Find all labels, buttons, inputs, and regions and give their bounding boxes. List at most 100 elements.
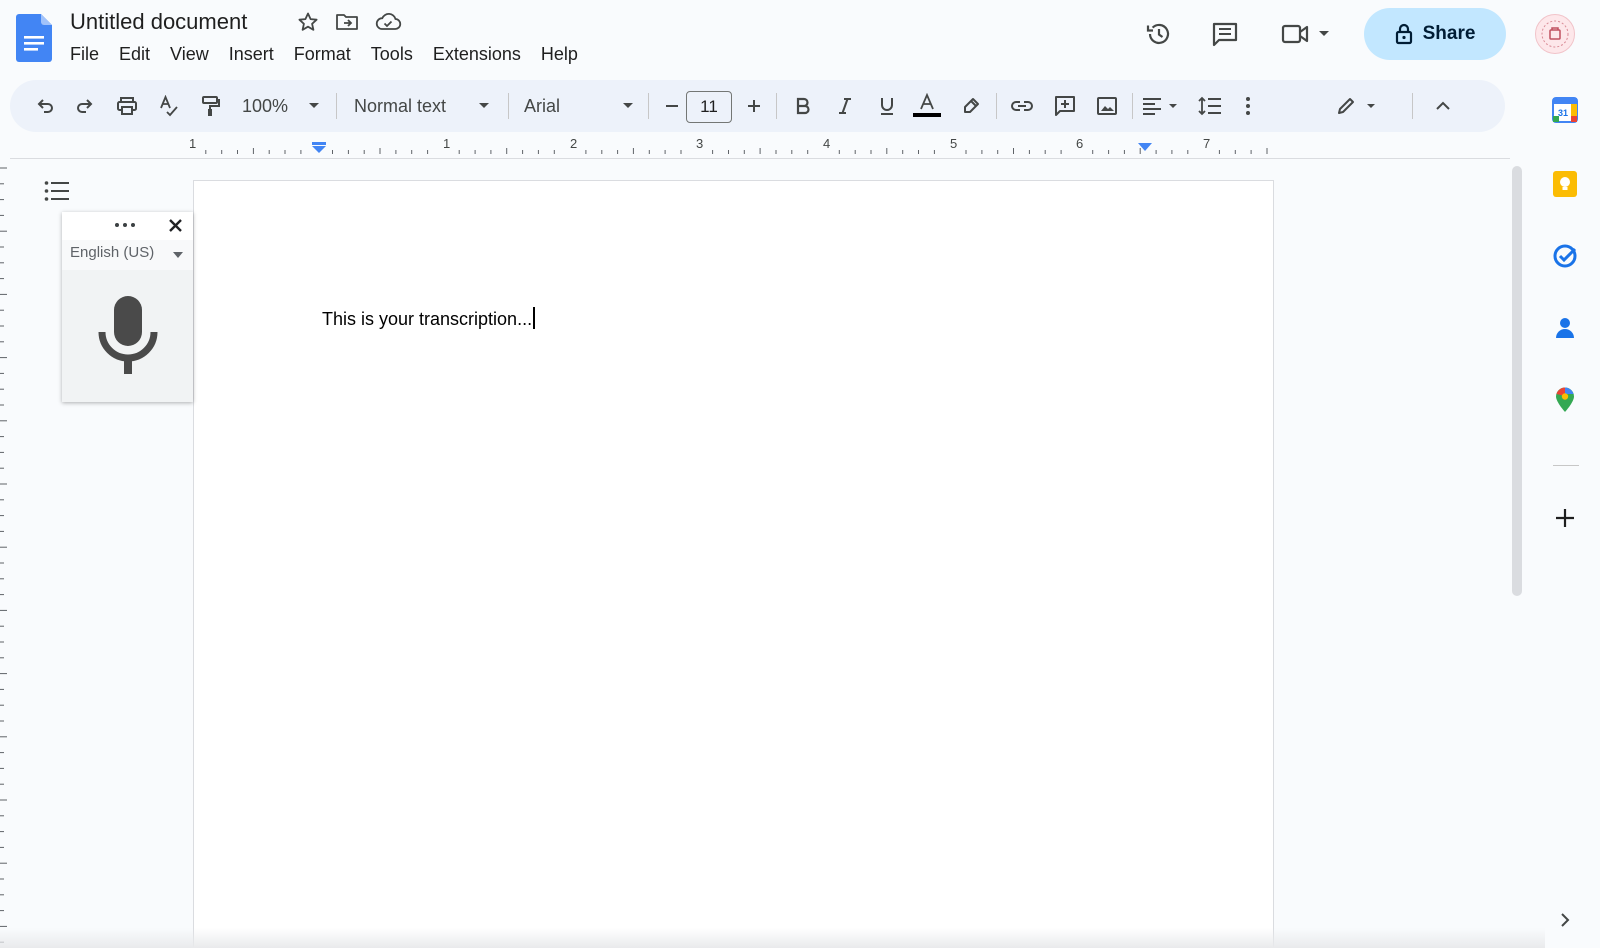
horizontal-ruler[interactable]: 1 1 2 3 4 5 6 7 xyxy=(0,136,1505,160)
lock-icon xyxy=(1395,23,1413,45)
decrease-font-size-button[interactable] xyxy=(660,80,684,132)
ruler-label: 7 xyxy=(1203,136,1211,151)
comment-icon xyxy=(1210,19,1240,49)
menu-view[interactable]: View xyxy=(160,42,219,67)
undo-button[interactable] xyxy=(30,80,60,132)
align-select[interactable] xyxy=(1138,80,1182,132)
link-icon xyxy=(1010,99,1034,113)
chevron-down-icon xyxy=(1366,103,1376,110)
tasks-icon xyxy=(1552,243,1578,269)
menu-edit[interactable]: Edit xyxy=(109,42,160,67)
get-addons-button[interactable] xyxy=(1545,498,1585,538)
tasks-app-button[interactable] xyxy=(1545,236,1585,276)
voice-typing-header[interactable] xyxy=(62,212,193,240)
highlight-color-button[interactable] xyxy=(956,80,986,132)
ruler-margin xyxy=(0,138,316,156)
underline-button[interactable] xyxy=(872,80,902,132)
chevron-down-icon xyxy=(1168,103,1178,110)
font-family-select[interactable]: Arial xyxy=(524,80,634,132)
calendar-app-button[interactable]: 31 xyxy=(1545,90,1585,130)
comments-button[interactable] xyxy=(1203,12,1247,56)
insert-image-button[interactable] xyxy=(1092,80,1122,132)
add-comment-button[interactable] xyxy=(1050,80,1080,132)
formatting-toolbar: 100% Normal text Arial 11 xyxy=(10,80,1505,132)
star-icon[interactable] xyxy=(296,10,320,34)
ruler-label: 4 xyxy=(823,136,831,151)
italic-button[interactable] xyxy=(830,80,860,132)
microphone-icon[interactable] xyxy=(98,296,158,383)
undo-icon xyxy=(35,96,55,116)
add-comment-icon xyxy=(1054,95,1076,117)
paint-format-button[interactable] xyxy=(196,80,226,132)
menu-file[interactable]: File xyxy=(60,42,109,67)
vertical-scrollbar[interactable] xyxy=(1512,166,1522,596)
document-page[interactable]: This is your transcription... xyxy=(193,180,1274,948)
vertical-ruler[interactable] xyxy=(0,160,10,948)
toolbar-divider xyxy=(776,93,777,119)
align-left-icon xyxy=(1142,97,1162,115)
ruler-label: 2 xyxy=(570,136,578,151)
share-button[interactable]: Share xyxy=(1364,8,1506,60)
ruler-label: 3 xyxy=(696,136,704,151)
paragraph-style-value: Normal text xyxy=(354,95,447,116)
paragraph-style-select[interactable]: Normal text xyxy=(354,80,490,132)
toolbar-divider xyxy=(1132,93,1133,119)
zoom-value: 100% xyxy=(241,95,289,116)
toolbar-divider xyxy=(996,93,997,119)
close-icon[interactable] xyxy=(168,218,183,233)
video-camera-icon xyxy=(1280,21,1310,47)
transcription-text: This is your transcription... xyxy=(322,309,533,329)
line-spacing-button[interactable] xyxy=(1194,80,1226,132)
voice-typing-panel: English (US) xyxy=(62,212,193,402)
bold-icon xyxy=(795,97,811,115)
zoom-select[interactable]: 100% xyxy=(238,80,324,132)
toolbar-divider xyxy=(336,93,337,119)
font-size-input[interactable]: 11 xyxy=(686,91,732,123)
bottom-shadow xyxy=(0,928,1545,948)
title-actions xyxy=(296,10,402,34)
contacts-app-button[interactable] xyxy=(1545,308,1585,348)
document-title[interactable]: Untitled document xyxy=(70,9,247,35)
print-button[interactable] xyxy=(112,80,142,132)
bold-button[interactable] xyxy=(788,80,818,132)
menu-help[interactable]: Help xyxy=(531,42,588,67)
right-indent-marker-icon[interactable] xyxy=(1137,142,1153,152)
chevron-down-icon xyxy=(1318,30,1330,38)
voice-language-select[interactable]: English (US) xyxy=(62,240,193,270)
menu-insert[interactable]: Insert xyxy=(219,42,284,67)
menu-extensions[interactable]: Extensions xyxy=(423,42,531,67)
menu-format[interactable]: Format xyxy=(284,42,361,67)
maps-app-button[interactable] xyxy=(1545,380,1585,420)
ruler-ticks xyxy=(0,138,1505,156)
plus-icon xyxy=(746,98,762,114)
increase-font-size-button[interactable] xyxy=(742,80,766,132)
editing-mode-select[interactable] xyxy=(1330,80,1382,132)
collapse-side-panel-button[interactable] xyxy=(1545,900,1585,940)
insert-link-button[interactable] xyxy=(1006,80,1038,132)
docs-logo[interactable] xyxy=(16,14,52,62)
italic-icon xyxy=(837,97,853,115)
ruler-label: 1 xyxy=(189,136,197,151)
document-body[interactable]: This is your transcription... xyxy=(322,307,536,330)
move-folder-icon[interactable] xyxy=(334,10,360,34)
chevron-right-icon xyxy=(1560,912,1570,928)
ruler-label: 1 xyxy=(443,136,451,151)
document-outline-icon[interactable] xyxy=(44,180,70,202)
print-icon xyxy=(116,96,138,116)
chevron-down-icon xyxy=(173,252,183,258)
more-options-button[interactable] xyxy=(1236,80,1260,132)
redo-button[interactable] xyxy=(70,80,100,132)
chevron-down-icon xyxy=(478,102,490,110)
version-history-button[interactable] xyxy=(1137,12,1181,56)
meet-button[interactable] xyxy=(1280,12,1330,56)
keep-app-button[interactable] xyxy=(1545,164,1585,204)
spellcheck-button[interactable] xyxy=(154,80,184,132)
calendar-icon: 31 xyxy=(1552,97,1578,123)
hide-menus-button[interactable] xyxy=(1428,80,1458,132)
menu-tools[interactable]: Tools xyxy=(361,42,423,67)
text-color-button[interactable] xyxy=(910,80,944,132)
more-horiz-icon[interactable] xyxy=(114,222,136,228)
left-indent-marker-icon[interactable] xyxy=(311,142,327,154)
cloud-saved-icon[interactable] xyxy=(374,10,402,34)
toolbar-divider xyxy=(1412,93,1413,119)
